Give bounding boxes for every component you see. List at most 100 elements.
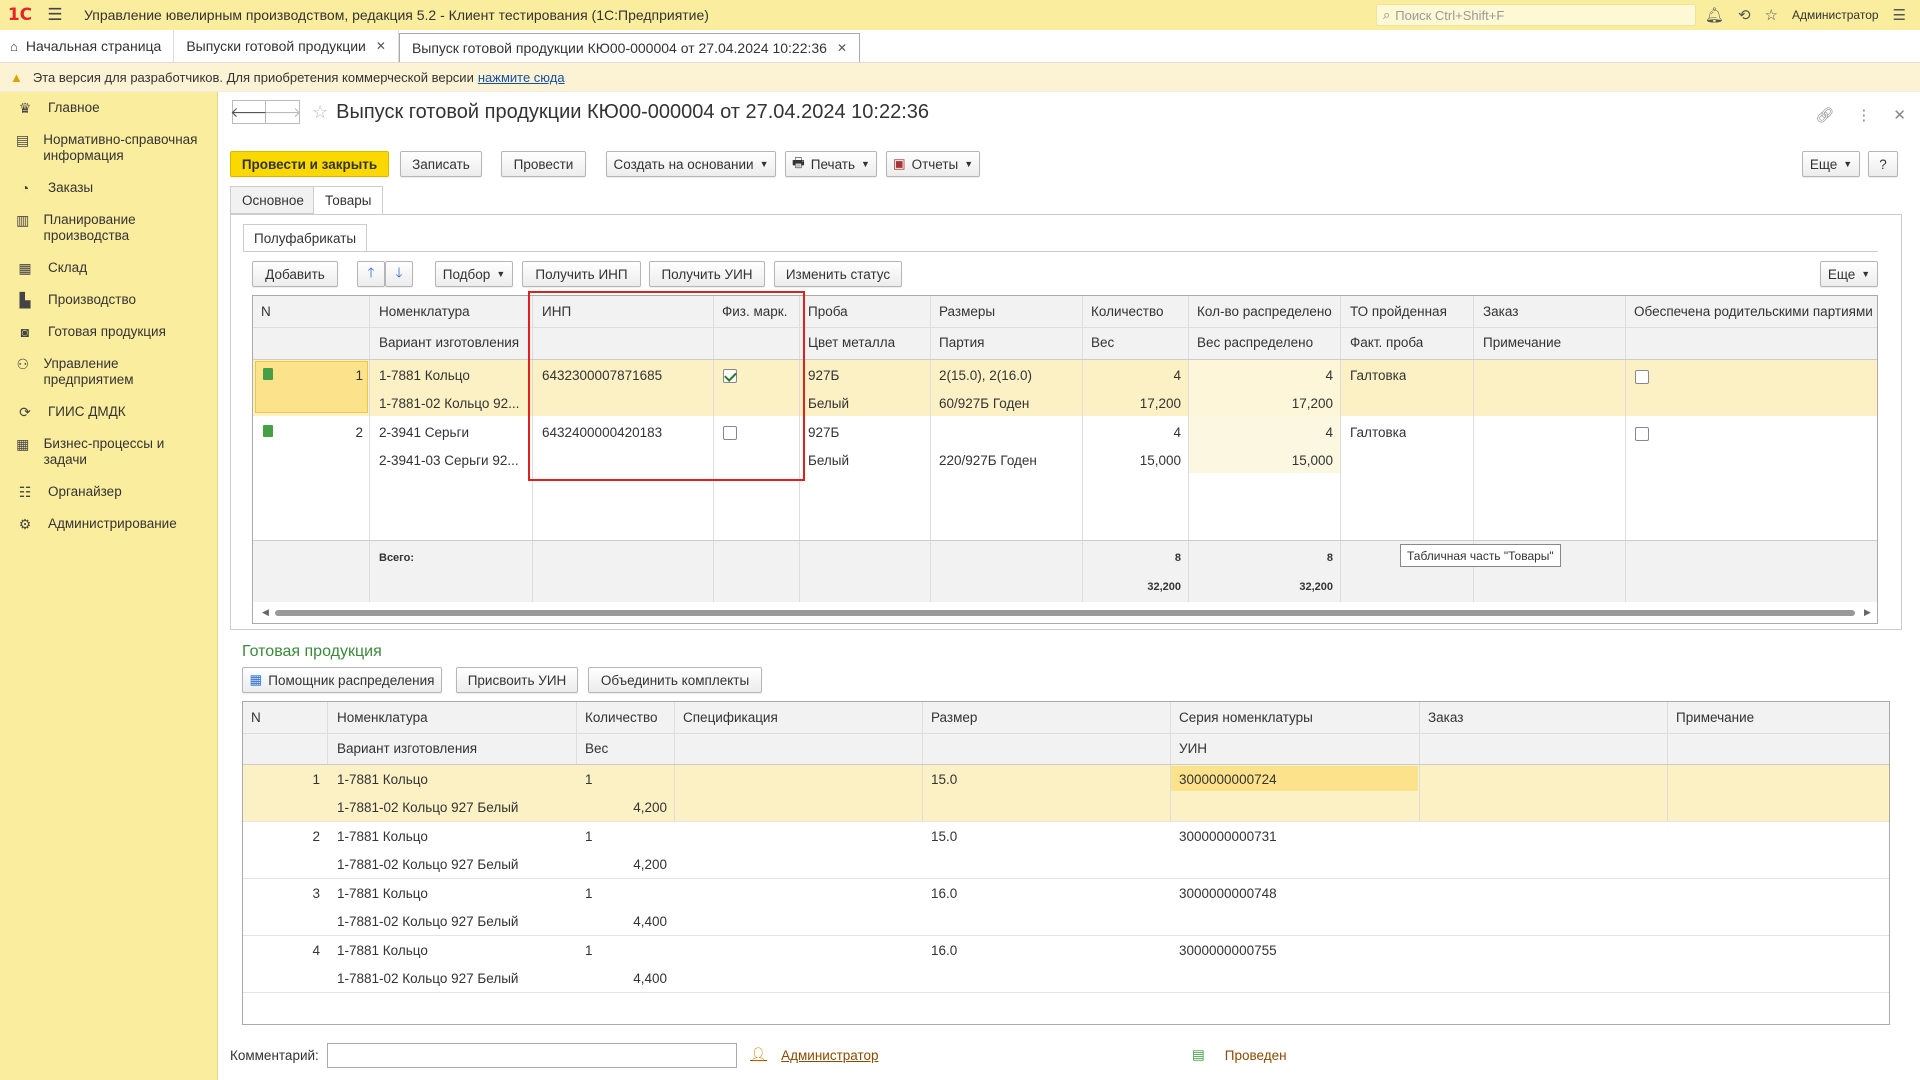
col-variant[interactable]: Вариант изготовления (379, 335, 519, 351)
col-note[interactable]: Примечание (1676, 710, 1754, 726)
col-qty[interactable]: Количество (585, 710, 658, 726)
history-icon[interactable]: ⟲ (1738, 6, 1751, 24)
cell-nomenclature[interactable]: 2-3941 Серьги (379, 425, 469, 441)
provided-checkbox[interactable] (1635, 427, 1649, 441)
sidebar-item-orders[interactable]: ◔ Заказы (0, 174, 217, 202)
col-series[interactable]: Серия номенклатуры (1179, 710, 1313, 726)
sidebar-item-giis[interactable]: ⟳ ГИИС ДМДК (0, 398, 217, 426)
cell-variant[interactable]: 1-7881-02 Кольцо 927 Белый (337, 857, 518, 873)
assign-uin-button[interactable]: Присвоить УИН (456, 667, 578, 693)
cell-uin[interactable]: 3000000000755 (1179, 943, 1277, 959)
cell-to[interactable]: Галтовка (1350, 425, 1406, 441)
cell-variant[interactable]: 2-3941-03 Серьги 92... (379, 453, 519, 469)
sidebar-item-main[interactable]: ♛ Главное (0, 94, 217, 122)
favorite-star-icon[interactable]: ☆ (312, 102, 328, 123)
pick-button[interactable]: Подбор ▼ (435, 261, 513, 287)
cell-metal-color[interactable]: Белый (808, 453, 849, 469)
change-status-button[interactable]: Изменить статус (774, 261, 902, 287)
col-uin[interactable]: УИН (1179, 741, 1207, 757)
link-icon[interactable]: 🔗︎ (1815, 106, 1834, 124)
create-based-on-button[interactable]: Создать на основании ▼ (606, 151, 776, 177)
save-button[interactable]: Записать (400, 151, 482, 177)
cell-dist-weight[interactable]: 15,000 (1198, 453, 1333, 469)
close-icon[interactable]: ✕ (1893, 106, 1906, 124)
cell-size[interactable]: 16.0 (931, 886, 957, 902)
col-to[interactable]: ТО пройденная (1350, 304, 1447, 320)
col-metal-color[interactable]: Цвет металла (808, 335, 895, 351)
cell-n[interactable]: 1 (263, 772, 320, 788)
post-and-close-button[interactable]: Провести и закрыть (230, 151, 389, 177)
col-order[interactable]: Заказ (1483, 304, 1518, 320)
post-button[interactable]: Провести (501, 151, 586, 177)
cell-batch[interactable]: 220/927Б Годен (939, 453, 1037, 469)
forward-button[interactable]: 🡒 (264, 100, 301, 124)
cell-nomenclature[interactable]: 1-7881 Кольцо (379, 368, 470, 384)
sidebar-item-admin[interactable]: ⚙ Администрирование (0, 510, 217, 538)
comment-field[interactable] (327, 1043, 737, 1068)
col-n[interactable]: N (251, 710, 261, 726)
cell-nomenclature[interactable]: 1-7881 Кольцо (337, 886, 428, 902)
cell-proba[interactable]: 927Б (808, 425, 839, 441)
close-icon[interactable]: ✕ (376, 39, 386, 53)
current-user[interactable]: Администратор (1792, 8, 1879, 22)
buy-link[interactable]: нажмите сюда (478, 70, 565, 85)
tab-release-document[interactable]: Выпуск готовой продукции КЮ00-000004 от … (398, 33, 861, 62)
cell-dist-weight[interactable]: 17,200 (1198, 396, 1333, 412)
col-nomenclature[interactable]: Номенклатура (379, 304, 470, 320)
scroll-left-icon[interactable]: ◀ (262, 607, 269, 618)
col-weight[interactable]: Вес (1091, 335, 1114, 351)
horizontal-scrollbar[interactable] (275, 610, 1855, 616)
add-button[interactable]: Добавить (252, 261, 338, 287)
sidebar-item-organizer[interactable]: ☷ Органайзер (0, 478, 217, 506)
cell-n[interactable]: 1 (313, 368, 363, 384)
col-qty[interactable]: Количество (1091, 304, 1164, 320)
tab-releases-list[interactable]: Выпуски готовой продукции ✕ (174, 30, 399, 62)
col-sizes[interactable]: Размеры (939, 304, 995, 320)
settings-menu-icon[interactable]: ☰ (1893, 6, 1906, 24)
cell-nomenclature[interactable]: 1-7881 Кольцо (337, 772, 428, 788)
cell-n[interactable]: 2 (263, 829, 320, 845)
tab-semifinished[interactable]: Полуфабрикаты (243, 224, 368, 252)
cell-qty[interactable]: 4 (1093, 425, 1181, 441)
help-button[interactable]: ? (1868, 151, 1898, 177)
cell-batch[interactable]: 60/927Б Годен (939, 396, 1029, 412)
cell-weight[interactable]: 4,400 (585, 914, 667, 930)
cell-proba[interactable]: 927Б (808, 368, 839, 384)
table-more-button[interactable]: Еще ▼ (1820, 261, 1878, 287)
cell-nomenclature[interactable]: 1-7881 Кольцо (337, 943, 428, 959)
cell-qty[interactable]: 4 (1093, 368, 1181, 384)
cell-qty[interactable]: 1 (585, 943, 593, 959)
move-down-button[interactable]: 🡓 (385, 261, 413, 287)
sidebar-item-warehouse[interactable]: ▦ Склад (0, 254, 217, 282)
col-specification[interactable]: Спецификация (683, 710, 778, 726)
sidebar-item-production[interactable]: ▙ Производство (0, 286, 217, 314)
sidebar-item-reference[interactable]: ▤ Нормативно-справочная информация (0, 126, 210, 170)
cell-weight[interactable]: 15,000 (1093, 453, 1181, 469)
cell-uin[interactable]: 3000000000748 (1179, 886, 1277, 902)
sidebar-item-finished[interactable]: ◙ Готовая продукция (0, 318, 217, 346)
cell-n[interactable]: 2 (313, 425, 363, 441)
col-note[interactable]: Примечание (1483, 335, 1561, 351)
cell-qty[interactable]: 1 (585, 886, 593, 902)
sidebar-item-bp[interactable]: ▦ Бизнес-процессы и задачи (0, 430, 170, 474)
print-button[interactable]: 🖶︎ Печать ▼ (785, 151, 877, 177)
get-uin-button[interactable]: Получить УИН (649, 261, 765, 287)
cell-metal-color[interactable]: Белый (808, 396, 849, 412)
menu-icon[interactable]: ☰ (40, 5, 70, 25)
cell-variant[interactable]: 1-7881-02 Кольцо 927 Белый (337, 971, 518, 987)
cell-weight[interactable]: 4,400 (585, 971, 667, 987)
cell-size[interactable]: 16.0 (931, 943, 957, 959)
cell-qty[interactable]: 1 (585, 829, 593, 845)
col-dist-weight[interactable]: Вес распределено (1197, 335, 1313, 351)
col-order[interactable]: Заказ (1428, 710, 1463, 726)
cell-qty[interactable]: 1 (585, 772, 593, 788)
close-icon[interactable]: ✕ (837, 41, 847, 55)
move-up-button[interactable]: 🡑 (357, 261, 385, 287)
col-provided[interactable]: Обеспечена родительскими партиями (1634, 304, 1873, 320)
cell-uin[interactable]: 3000000000724 (1179, 772, 1277, 788)
cell-nomenclature[interactable]: 1-7881 Кольцо (337, 829, 428, 845)
favorites-star-icon[interactable]: ☆ (1765, 6, 1778, 24)
distribution-assistant-button[interactable]: ▦ Помощник распределения (242, 667, 442, 693)
cell-size[interactable]: 15.0 (931, 772, 957, 788)
cell-to[interactable]: Галтовка (1350, 368, 1406, 384)
